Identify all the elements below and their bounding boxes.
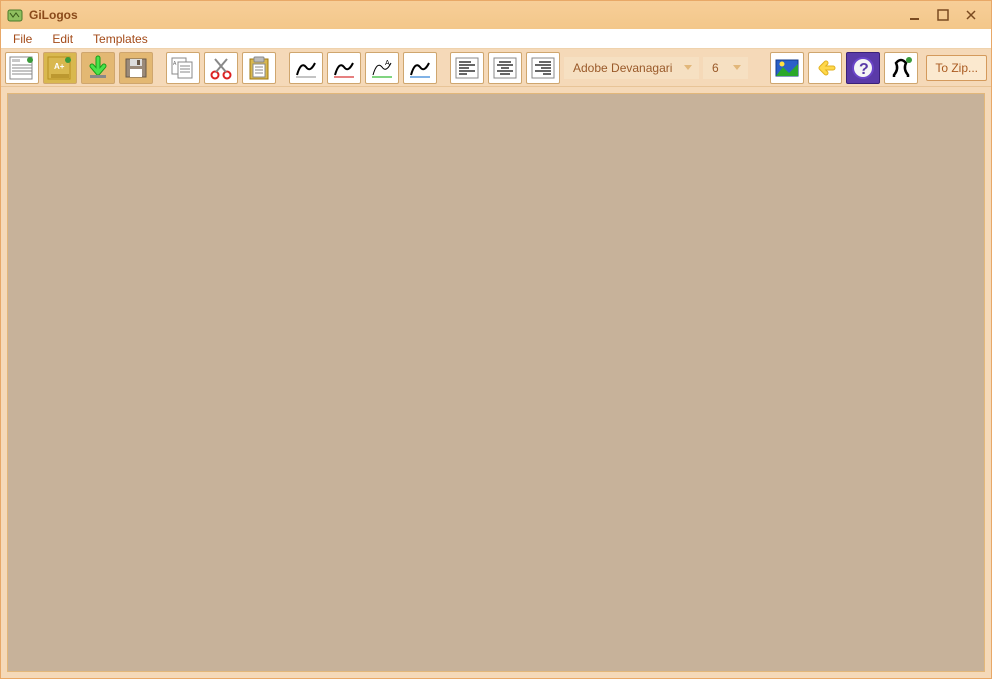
title-bar: GiLogos [1,1,991,29]
align-right-button[interactable] [526,52,560,84]
app-window: GiLogos File Edit Templates [0,0,992,679]
text-style-2-button[interactable] [327,52,361,84]
menu-bar: File Edit Templates [1,29,991,49]
font-family-dropdown[interactable]: Adobe Devanagari [564,57,699,79]
toolbar: A+ [1,49,991,87]
cut-button[interactable] [204,52,238,84]
font-family-value: Adobe Devanagari [573,61,672,75]
close-button[interactable] [957,5,985,25]
text-style-4-button[interactable] [403,52,437,84]
svg-text:A: A [385,60,390,67]
align-center-button[interactable] [488,52,522,84]
insert-image-button[interactable] [770,52,804,84]
new-document-alt-button[interactable]: A+ [43,52,77,84]
text-style-3-button[interactable]: A [365,52,399,84]
toolbar-right-group: ? To Zip... [770,52,987,84]
back-button[interactable] [808,52,842,84]
menu-edit[interactable]: Edit [42,30,83,48]
maximize-button[interactable] [929,5,957,25]
app-icon [7,7,23,23]
toolbar-separator [441,52,446,84]
svg-text:?: ? [859,61,869,78]
paste-button[interactable] [242,52,276,84]
workspace-wrapper [1,87,991,678]
copy-button[interactable]: A [166,52,200,84]
toolbar-separator [157,52,162,84]
align-left-button[interactable] [450,52,484,84]
new-document-button[interactable] [5,52,39,84]
font-size-dropdown[interactable]: 6 [703,57,748,79]
svg-text:A+: A+ [54,62,65,71]
workspace-canvas[interactable] [7,93,985,672]
font-size-value: 6 [712,61,719,75]
menu-templates[interactable]: Templates [83,30,158,48]
chevron-down-icon [733,65,741,70]
app-title: GiLogos [29,8,78,22]
text-style-1-button[interactable] [289,52,323,84]
help-button[interactable]: ? [846,52,880,84]
toolbar-separator [280,52,285,84]
to-zip-button[interactable]: To Zip... [926,55,987,81]
insert-symbol-button[interactable] [884,52,918,84]
menu-file[interactable]: File [3,30,42,48]
save-button[interactable] [119,52,153,84]
download-button[interactable] [81,52,115,84]
minimize-button[interactable] [901,5,929,25]
chevron-down-icon [684,65,692,70]
